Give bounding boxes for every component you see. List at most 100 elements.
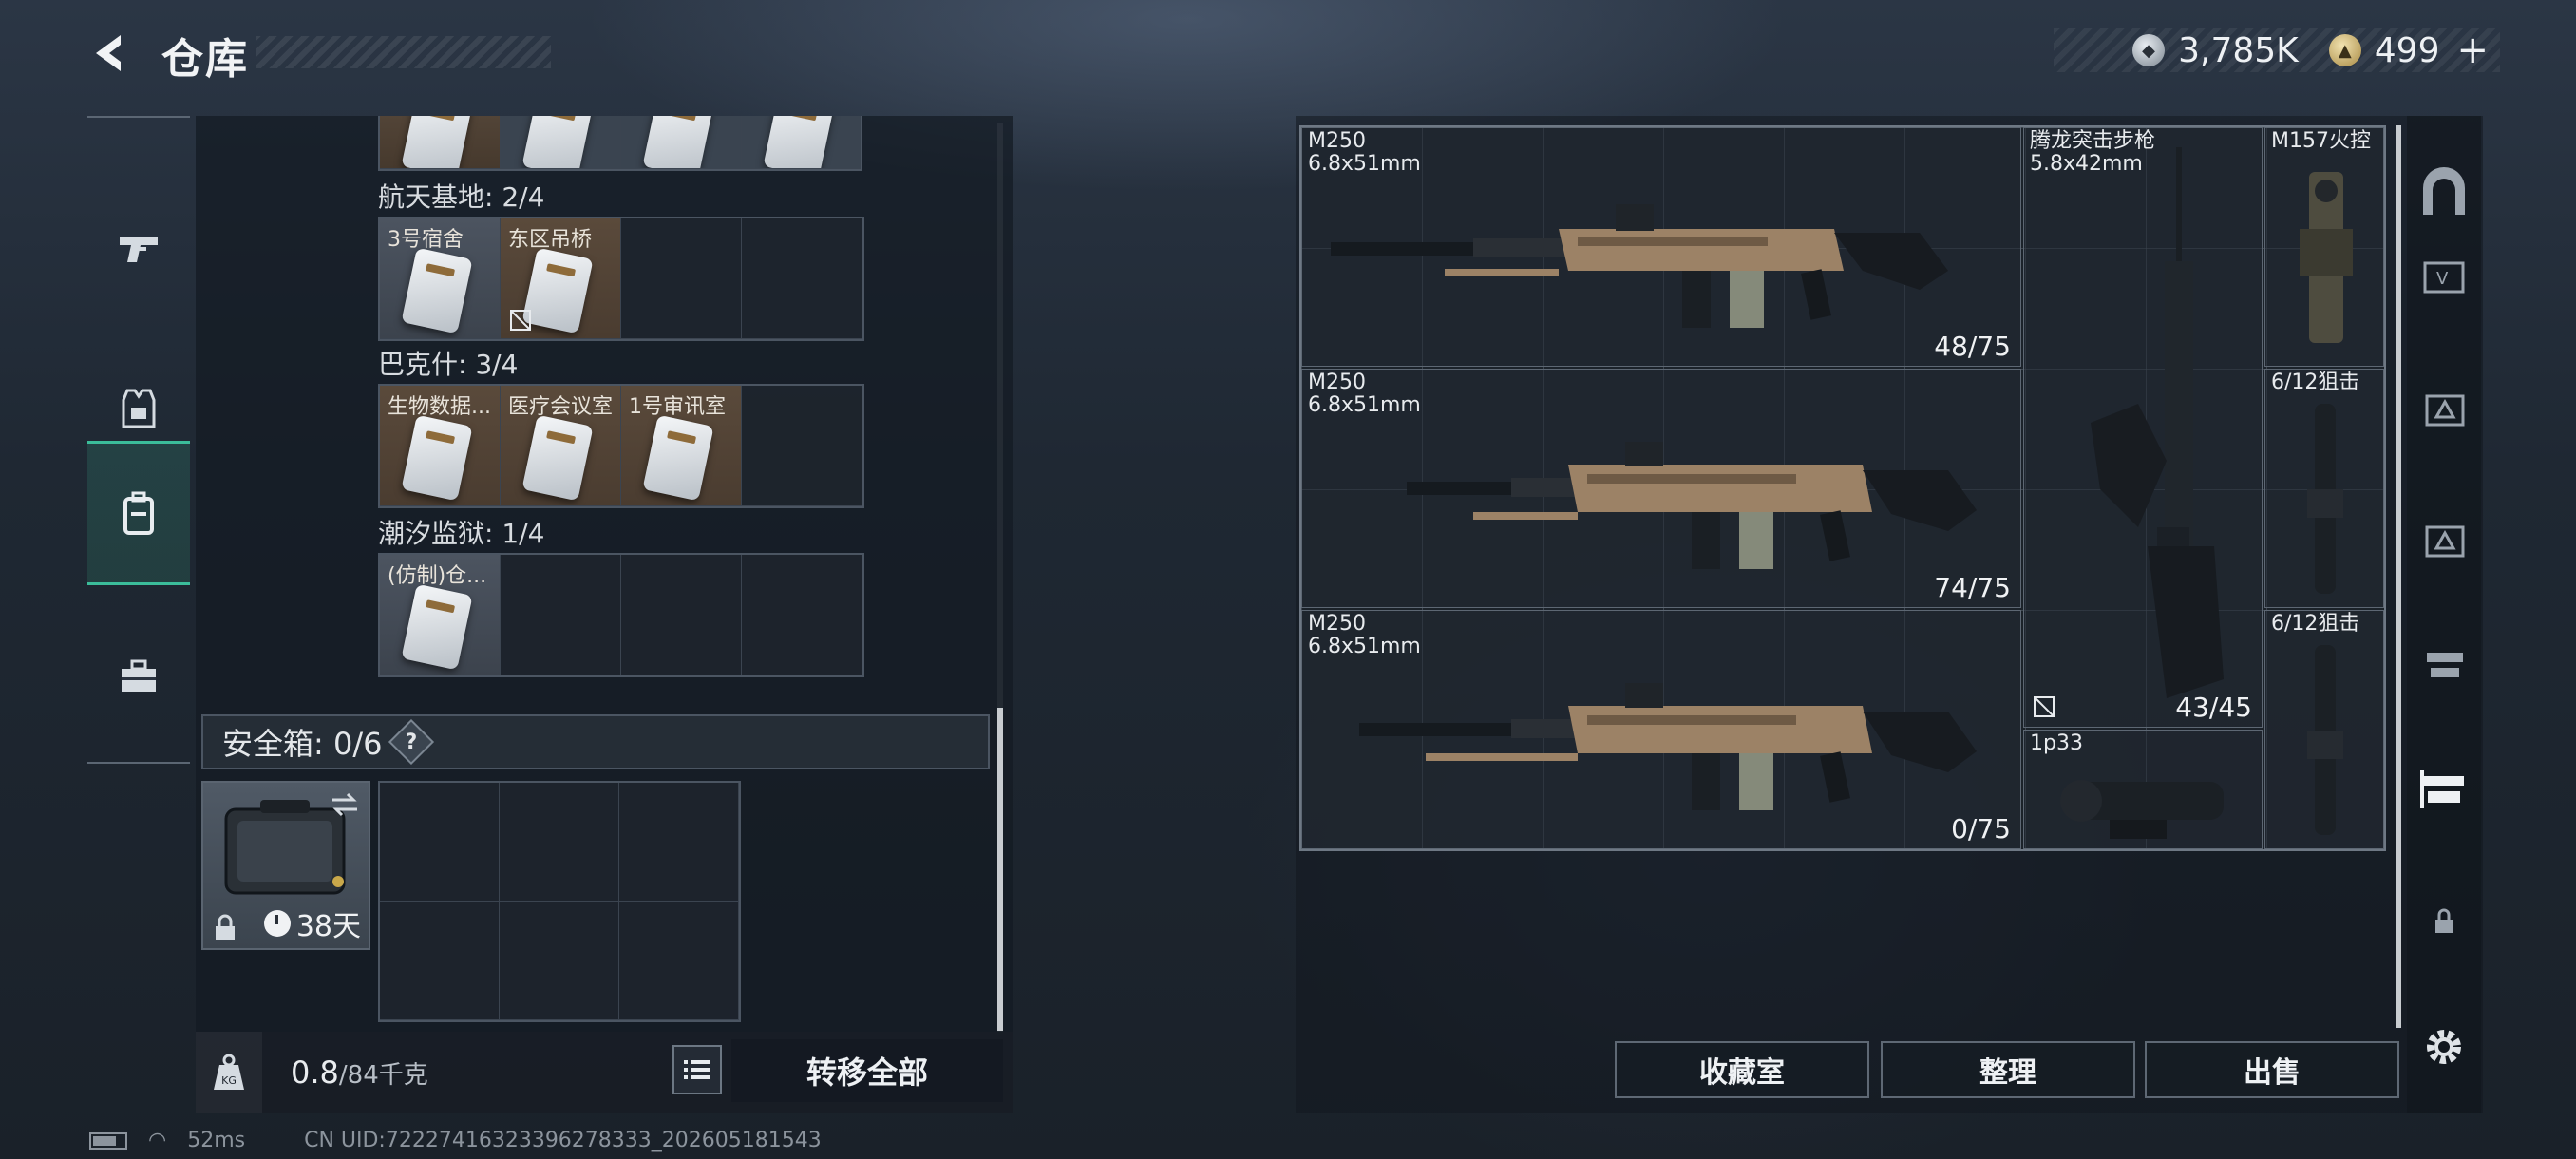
swap-icon[interactable] — [329, 790, 361, 819]
section-label: 潮汐监狱: 1/4 — [378, 518, 545, 549]
optic-icon — [2060, 780, 2224, 839]
lock-icon — [2435, 908, 2453, 933]
safe-box-grid — [378, 781, 741, 1022]
empty-slot[interactable] — [500, 783, 619, 902]
weapon-item-m250[interactable]: M250 6.8x51mm 0/75 — [1301, 610, 2021, 849]
machine-gun-icon — [1359, 683, 1977, 810]
storage-page-v[interactable]: V — [2407, 236, 2481, 312]
weapon-item-m250[interactable]: M250 6.8x51mm 48/75 — [1301, 127, 2021, 367]
item-name: M157火控 — [2271, 129, 2371, 153]
item-name: 6/12狙击 — [2271, 370, 2360, 394]
storage-page-3a[interactable] — [2407, 369, 2481, 445]
nav-item-backpack[interactable] — [87, 441, 190, 585]
page-title: 仓库 — [161, 35, 249, 84]
item-slot[interactable] — [621, 116, 742, 169]
transfer-all-button[interactable]: 转移全部 — [731, 1039, 1003, 1102]
help-button[interactable]: ? — [388, 718, 435, 766]
keycard-slot[interactable]: 生物数据... — [380, 386, 501, 506]
weight-readout: 0.8/84千克 — [291, 1054, 428, 1091]
item-slot[interactable] — [501, 116, 621, 169]
ping: 52ms — [187, 1129, 246, 1152]
empty-slot[interactable] — [742, 218, 862, 339]
sell-button[interactable]: 出售 — [2145, 1041, 2399, 1098]
keycard-icon — [763, 116, 835, 168]
weight-current: 0.8 — [291, 1054, 339, 1091]
empty-slot[interactable] — [619, 783, 739, 902]
storage-page-3b[interactable] — [2407, 500, 2481, 576]
safe-box-header: 安全箱: 0/6 ? — [201, 714, 990, 770]
ammo-count: 74/75 — [1934, 572, 2011, 603]
machine-gun-icon — [1407, 442, 1977, 569]
storage-row-partial — [378, 116, 862, 171]
weapon-item-m250[interactable]: M250 6.8x51mm 74/75 — [1301, 369, 2021, 608]
attachment-item-fire-control[interactable]: M157火控 — [2264, 127, 2384, 367]
currency-add-button[interactable]: + — [2456, 28, 2489, 72]
svg-text:KG: KG — [221, 1074, 237, 1087]
attachment-item-sniper-scope[interactable]: 6/12狙击 — [2264, 610, 2384, 849]
gear-icon — [2427, 1030, 2461, 1064]
list-view-button[interactable] — [672, 1045, 722, 1094]
empty-slot[interactable] — [742, 386, 862, 506]
battery-icon — [89, 1131, 127, 1150]
empty-slot[interactable] — [621, 218, 742, 339]
storage-page-3c[interactable] — [2407, 625, 2481, 701]
collection-room-button[interactable]: 收藏室 — [1615, 1041, 1869, 1098]
currency-premium-value: 499 — [2374, 30, 2440, 70]
keycard-icon — [521, 116, 594, 168]
weight-kg-icon: KG — [196, 1032, 262, 1113]
back-button[interactable] — [84, 27, 137, 80]
keycard-slot[interactable]: 3号宿舍 — [380, 218, 501, 339]
item-slot[interactable] — [380, 116, 501, 169]
item-label: 3号宿舍 — [388, 228, 464, 252]
empty-slot[interactable] — [619, 902, 739, 1020]
keycard-slot[interactable]: (仿制)仓... — [380, 555, 501, 675]
empty-slot[interactable] — [621, 555, 742, 675]
storage-page-active[interactable] — [2407, 750, 2481, 826]
status-bar: ◠ 52ms CN UID:72227416323396278333_20260… — [89, 1129, 822, 1152]
keycard-icon — [521, 414, 594, 502]
empty-slot[interactable] — [742, 555, 862, 675]
storage-scrollbar[interactable] — [997, 708, 1003, 1031]
clock-icon — [263, 910, 291, 937]
empty-slot[interactable] — [501, 555, 621, 675]
keycard-icon — [401, 116, 473, 168]
empty-slot[interactable] — [380, 783, 500, 902]
coin-premium-icon: ▲ — [2328, 34, 2361, 66]
item-slot[interactable] — [742, 116, 861, 169]
left-category-nav — [87, 116, 190, 764]
safe-box-label: 安全箱: 0/6 — [222, 726, 383, 762]
empty-slot[interactable] — [380, 902, 500, 1020]
ammo-count: 43/45 — [2175, 692, 2252, 723]
no-transfer-icon — [510, 310, 531, 331]
inventory-scrollbar[interactable] — [2396, 125, 2401, 1028]
nav-item-supplies[interactable] — [87, 604, 190, 749]
coin-silver-icon: ◆ — [2132, 34, 2166, 66]
storage-page-main[interactable] — [2407, 154, 2481, 230]
list-icon — [684, 1060, 710, 1079]
keycard-slot[interactable]: 医疗会议室 — [501, 386, 621, 506]
weapon-item-assault-rifle[interactable]: 腾龙突击步枪 5.8x42mm 43/45 — [2023, 127, 2263, 728]
title-decoration — [256, 36, 551, 68]
safe-box-slot[interactable]: 38天 — [201, 781, 370, 950]
settings-button[interactable] — [2407, 1009, 2481, 1085]
keycard-grid: 生物数据... 医疗会议室 1号审讯室 — [378, 384, 864, 508]
storage-page-locked[interactable] — [2407, 884, 2481, 960]
scope-icon — [2307, 404, 2343, 594]
storage-expansion-icon — [2425, 525, 2465, 558]
machine-gun-icon — [1331, 204, 1948, 328]
storage-rack-icon — [2420, 770, 2464, 808]
keycard-slot[interactable]: 1号审讯室 — [621, 386, 742, 506]
ammo-count: 0/75 — [1951, 813, 2011, 845]
keycard-icon — [642, 116, 714, 168]
keycard-slot[interactable]: 东区吊桥 — [501, 218, 621, 339]
empty-slot[interactable] — [500, 902, 619, 1020]
currency-main-value: 3,785K — [2178, 30, 2299, 70]
help-icon: ? — [406, 730, 418, 754]
backpack-icon — [123, 491, 154, 535]
attachment-item-1p33[interactable]: 1p33 — [2023, 730, 2263, 849]
nav-item-weapons[interactable] — [87, 177, 190, 321]
attachment-item-sniper-scope[interactable]: 6/12狙击 — [2264, 369, 2384, 608]
svg-text:V: V — [2436, 269, 2449, 289]
keycard-icon — [401, 247, 473, 334]
organize-button[interactable]: 整理 — [1881, 1041, 2135, 1098]
